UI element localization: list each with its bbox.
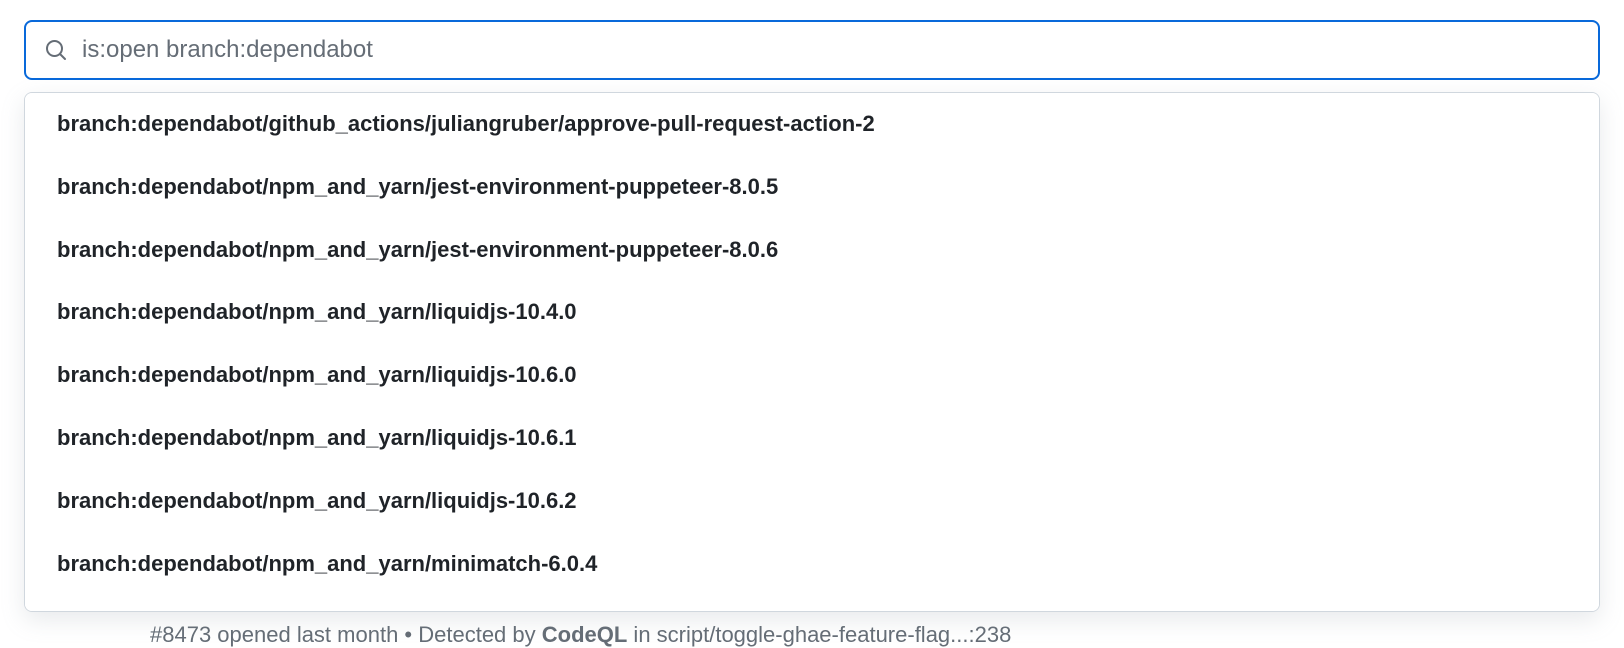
search-input-wrapper[interactable]	[24, 20, 1600, 80]
suggestion-item[interactable]: branch:dependabot/github_actions/juliang…	[25, 93, 1599, 156]
suggestion-item[interactable]: branch:dependabot/npm_and_yarn/liquidjs-…	[25, 344, 1599, 407]
issue-meta-suffix: in script/toggle-ghae-feature-flag...:23…	[627, 622, 1011, 647]
dropdown-spacer	[25, 595, 1599, 612]
search-suggestions-dropdown[interactable]: branch:dependabot/github_actions/juliang…	[24, 92, 1600, 612]
search-container: branch:dependabot/github_actions/juliang…	[24, 20, 1600, 80]
suggestion-item[interactable]: branch:dependabot/npm_and_yarn/liquidjs-…	[25, 281, 1599, 344]
search-input[interactable]	[82, 36, 1580, 64]
issue-meta-prefix: #8473 opened last month • Detected by	[150, 622, 542, 647]
search-icon	[44, 38, 68, 62]
suggestion-item[interactable]: branch:dependabot/npm_and_yarn/liquidjs-…	[25, 470, 1599, 533]
background-issue-meta: #8473 opened last month • Detected by Co…	[150, 622, 1011, 648]
suggestion-item[interactable]: branch:dependabot/npm_and_yarn/liquidjs-…	[25, 407, 1599, 470]
issue-detector-name: CodeQL	[542, 622, 628, 647]
suggestion-item[interactable]: branch:dependabot/npm_and_yarn/jest-envi…	[25, 219, 1599, 282]
suggestion-item[interactable]: branch:dependabot/npm_and_yarn/jest-envi…	[25, 156, 1599, 219]
suggestion-item[interactable]: branch:dependabot/npm_and_yarn/minimatch…	[25, 533, 1599, 596]
